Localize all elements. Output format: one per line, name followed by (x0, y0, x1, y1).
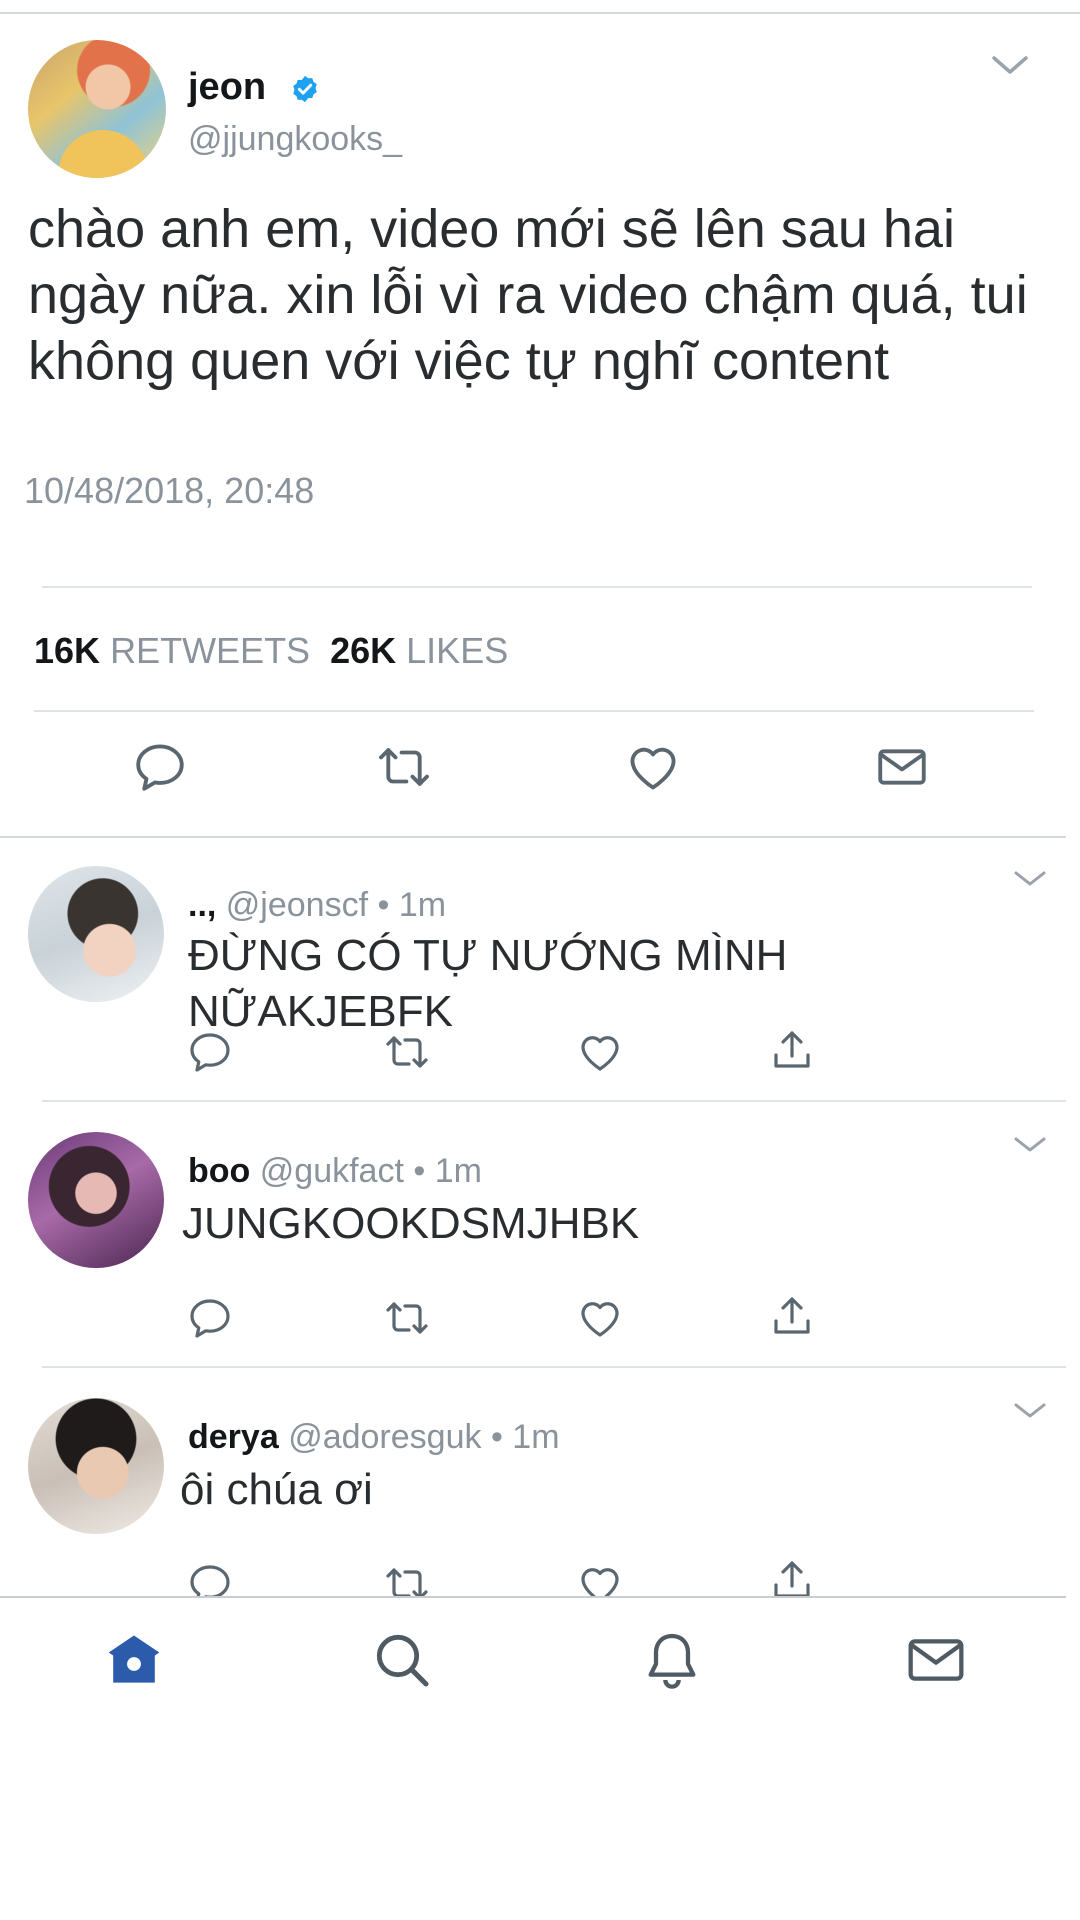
heart-icon[interactable] (624, 738, 682, 796)
reply-icon[interactable] (186, 1560, 234, 1596)
retweets-count[interactable]: 16K (34, 630, 100, 671)
divider (34, 710, 1034, 712)
reply-time: 1m (398, 886, 447, 924)
heart-icon[interactable] (576, 1560, 624, 1596)
reply-header: .., @jeonscf • 1m (188, 886, 446, 925)
separator: • (490, 1418, 503, 1456)
heart-icon[interactable] (576, 1028, 624, 1076)
share-icon[interactable] (768, 1556, 816, 1596)
tab-bar-divider (0, 1596, 1066, 1598)
tweet-timestamp: 10/48/2018, 20:48 (24, 470, 315, 511)
avatar[interactable] (28, 1398, 164, 1534)
likes-label[interactable]: LIKES (406, 630, 508, 671)
bell-icon[interactable] (640, 1628, 704, 1692)
tweet-detail-screen: jeon @jjungkooks_ chào anh em, video mới… (0, 0, 1080, 1920)
retweet-icon[interactable] (383, 1028, 431, 1076)
separator: • (413, 1152, 426, 1190)
reply-author-name[interactable]: derya (188, 1418, 279, 1456)
reply-author-handle[interactable]: @adoresguk (288, 1418, 481, 1456)
reply-time: 1m (512, 1418, 560, 1456)
author-handle[interactable]: @jjungkooks_ (188, 120, 402, 159)
reply-text: JUNGKOOKDSMJHBK (182, 1199, 640, 1248)
reply-text: ôi chúa ơi (180, 1465, 373, 1514)
search-icon[interactable] (370, 1628, 434, 1692)
chevron-down-icon[interactable] (1012, 1134, 1048, 1156)
reply-icon[interactable] (186, 1028, 234, 1076)
reply-author-handle[interactable]: @jeonscf (226, 886, 368, 924)
retweet-icon[interactable] (383, 1294, 431, 1342)
retweets-label[interactable]: RETWEETS (110, 630, 310, 671)
avatar[interactable] (28, 866, 164, 1002)
tweet-text: chào anh em, video mới sẽ lên sau hai ng… (28, 199, 1028, 391)
tweet-stats: 16K RETWEETS 26K LIKES (34, 630, 508, 672)
mail-icon[interactable] (904, 1628, 968, 1692)
top-divider (0, 12, 1080, 14)
timeline-area[interactable]: jeon @jjungkooks_ chào anh em, video mới… (0, 0, 1080, 1596)
reply-text: ĐỪNG CÓ TỰ NƯỚNG MÌNH NỮAKJEBFK (188, 931, 788, 1036)
reply-author-name[interactable]: boo (188, 1152, 250, 1190)
chevron-down-icon[interactable] (990, 52, 1030, 78)
separator: • (377, 886, 390, 924)
share-icon[interactable] (768, 1026, 816, 1074)
chevron-down-icon[interactable] (1012, 1400, 1048, 1422)
verified-badge-icon (293, 75, 317, 103)
reply-header: derya @adoresguk • 1m (188, 1418, 560, 1457)
chevron-down-icon[interactable] (1012, 868, 1048, 890)
retweet-icon[interactable] (375, 738, 433, 796)
avatar[interactable] (28, 40, 166, 178)
author-name[interactable]: jeon (188, 66, 266, 109)
share-icon[interactable] (768, 1292, 816, 1340)
divider (0, 836, 1066, 838)
heart-icon[interactable] (576, 1294, 624, 1342)
reply-author-name[interactable]: .., (188, 886, 216, 924)
reply-time: 1m (434, 1152, 482, 1190)
avatar[interactable] (28, 1132, 164, 1268)
reply-icon[interactable] (131, 738, 189, 796)
divider (42, 1366, 1066, 1368)
home-icon[interactable] (102, 1628, 166, 1692)
reply-icon[interactable] (186, 1294, 234, 1342)
divider (42, 586, 1032, 588)
reply-author-handle[interactable]: @gukfact (260, 1152, 404, 1190)
divider (42, 1100, 1066, 1102)
mail-icon[interactable] (873, 738, 931, 796)
reply-header: boo @gukfact • 1m (188, 1152, 482, 1191)
retweet-icon[interactable] (383, 1560, 431, 1596)
likes-count[interactable]: 26K (330, 630, 396, 671)
